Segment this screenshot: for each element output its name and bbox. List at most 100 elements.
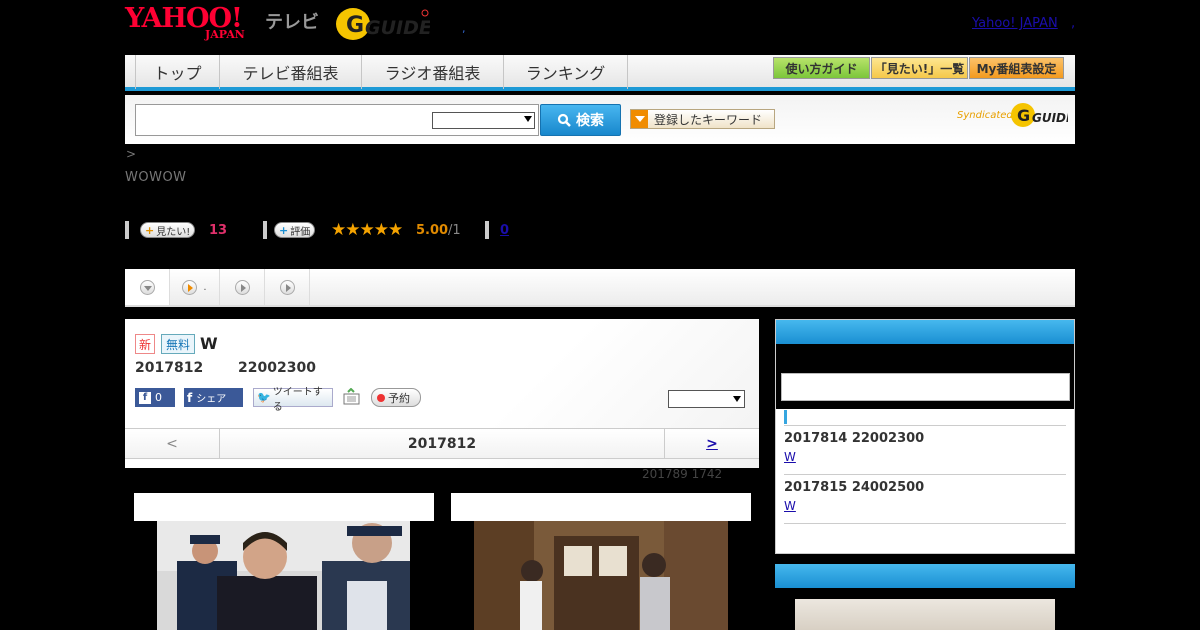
program-card: 新 無料 W 2017812 22002300 f 0 f シェア 🐦 ツイート…: [125, 319, 759, 468]
tab-section-4[interactable]: [265, 269, 310, 305]
rate-button[interactable]: + 評価: [274, 222, 316, 238]
scene-image-2[interactable]: [451, 493, 751, 630]
plus-icon: +: [279, 223, 289, 237]
saved-keywords-label: 登録したキーワード: [654, 112, 763, 127]
promo-image[interactable]: [795, 599, 1055, 630]
date-navigation: < 2017812 >: [125, 428, 759, 459]
section-accent: [784, 410, 787, 424]
photo: [474, 521, 728, 630]
facebook-share-label: シェア: [196, 394, 227, 405]
syndicated-label: Syndicated: [957, 110, 1013, 121]
syndicated-gguide-logo: G GUIDE: [1011, 103, 1068, 127]
play-icon: [234, 279, 250, 295]
facebook-icon: f: [187, 390, 193, 405]
gguide-logo[interactable]: G GUIDE: [335, 7, 430, 41]
twitter-icon: 🐦: [257, 391, 271, 404]
rating-score: 5.00: [416, 223, 449, 238]
dropdown-arrow-icon: [631, 110, 648, 128]
scene-image-1[interactable]: [134, 493, 434, 630]
tab-tv-schedule[interactable]: テレビ番組表: [220, 55, 362, 89]
search-panel: 検索 登録したキーワード Syndicated G GUIDE: [125, 95, 1075, 144]
sidebar-input[interactable]: [781, 373, 1070, 401]
sidebar-header: [776, 320, 1074, 344]
reserve-label: 予約: [388, 391, 410, 405]
next-day-button[interactable]: >: [664, 429, 759, 458]
link-separator: ,: [1071, 16, 1076, 31]
breadcrumb[interactable]: >: [126, 147, 136, 161]
comment-count-link[interactable]: 0: [500, 223, 509, 238]
plus-icon: +: [145, 223, 155, 237]
search-scope-select[interactable]: [432, 112, 535, 129]
chevron-down-icon: [139, 279, 155, 295]
tab-radio-schedule[interactable]: ラジオ番組表: [362, 55, 504, 89]
search-button[interactable]: 検索: [540, 104, 621, 136]
divider: [485, 221, 489, 239]
yahoo-japan-sub: JAPAN: [205, 28, 245, 41]
divider: [125, 221, 129, 239]
facebook-icon: f: [139, 391, 151, 404]
search-icon: [557, 113, 571, 127]
airing-link[interactable]: W: [784, 450, 1066, 464]
saved-keywords-button[interactable]: 登録したキーワード: [630, 109, 775, 129]
main-nav: トップ テレビ番組表 ラジオ番組表 ランキング 使い方ガイド 「見たい!」一覧 …: [125, 55, 1075, 91]
channel-name: WOWOW: [125, 170, 187, 185]
photo: [157, 521, 410, 630]
tweet-button[interactable]: 🐦 ツイートする: [253, 387, 333, 413]
svg-text:G: G: [346, 13, 364, 38]
facebook-share-button[interactable]: f シェア: [184, 388, 243, 407]
my-schedule-button[interactable]: My番組表設定: [969, 57, 1064, 79]
record-icon: [377, 393, 385, 402]
program-time: 22002300: [238, 360, 316, 376]
tab-overview[interactable]: [125, 269, 170, 305]
scene-photo-1: [157, 521, 410, 630]
airing-datetime: 2017814 22002300: [784, 431, 925, 446]
tweet-label: ツイートする: [272, 386, 323, 413]
play-icon: [182, 279, 198, 295]
guide-button[interactable]: 使い方ガイド: [773, 57, 870, 79]
tab-ranking[interactable]: ランキング: [504, 55, 628, 89]
rating-count: /1: [448, 223, 461, 238]
tab-top[interactable]: トップ: [135, 55, 220, 89]
facebook-like-button[interactable]: f 0: [135, 388, 175, 407]
scene-photo-2: [474, 521, 728, 630]
tab-section-3[interactable]: [220, 269, 265, 305]
rate-label: 評価: [290, 226, 311, 238]
sidebar-promo: [775, 564, 1075, 630]
svg-text:GUIDE: GUIDE: [1032, 111, 1068, 125]
facebook-like-count: 0: [155, 391, 162, 404]
sidebar-list: 2017814 22002300 W 2017815 24002500 W: [776, 409, 1074, 553]
svg-text:G: G: [1017, 106, 1030, 125]
tab-2-label: .: [203, 281, 207, 293]
image-caption: [451, 493, 751, 521]
want-button[interactable]: + 見たい!: [140, 222, 196, 238]
svg-text:GUIDE: GUIDE: [365, 17, 430, 39]
header-dot: ,: [462, 22, 466, 35]
tab-section-2[interactable]: .: [170, 269, 220, 305]
image-caption: [134, 493, 434, 521]
free-badge: 無料: [161, 334, 195, 354]
sidebar-schedule: 2017814 22002300 W 2017815 24002500 W: [775, 319, 1075, 554]
sidebar-header: [775, 564, 1075, 588]
reserve-button[interactable]: 予約: [371, 388, 421, 407]
want-list-button[interactable]: 「見たい!」一覧: [871, 57, 968, 79]
list-item: 2017815 24002500 W: [784, 474, 1066, 513]
yahoo-japan-link[interactable]: Yahoo! JAPAN: [972, 16, 1058, 31]
page: YAHOO! JAPAN テレビ G GUIDE , Yahoo! JAPAN …: [0, 0, 1200, 630]
want-count: 13: [209, 223, 228, 238]
divider: [263, 221, 267, 239]
program-title: W: [200, 334, 218, 353]
rating-stars: ★★★★★: [331, 220, 403, 240]
program-date: 2017812: [135, 360, 204, 376]
list-item: 2017814 22002300 W: [784, 425, 1066, 464]
airing-link[interactable]: W: [784, 499, 1066, 513]
program-tabs: .: [125, 269, 1075, 307]
recorder-select[interactable]: [668, 390, 745, 408]
chevron-down-icon: [733, 396, 741, 402]
mixi-check-icon[interactable]: [343, 388, 360, 405]
divider: [784, 523, 1066, 524]
airing-datetime: 2017815 24002500: [784, 480, 925, 495]
tv-label[interactable]: テレビ: [265, 8, 319, 34]
current-date: 2017812: [407, 435, 477, 452]
last-updated: 201789 1742: [642, 467, 723, 481]
prev-day-button[interactable]: <: [125, 429, 220, 458]
